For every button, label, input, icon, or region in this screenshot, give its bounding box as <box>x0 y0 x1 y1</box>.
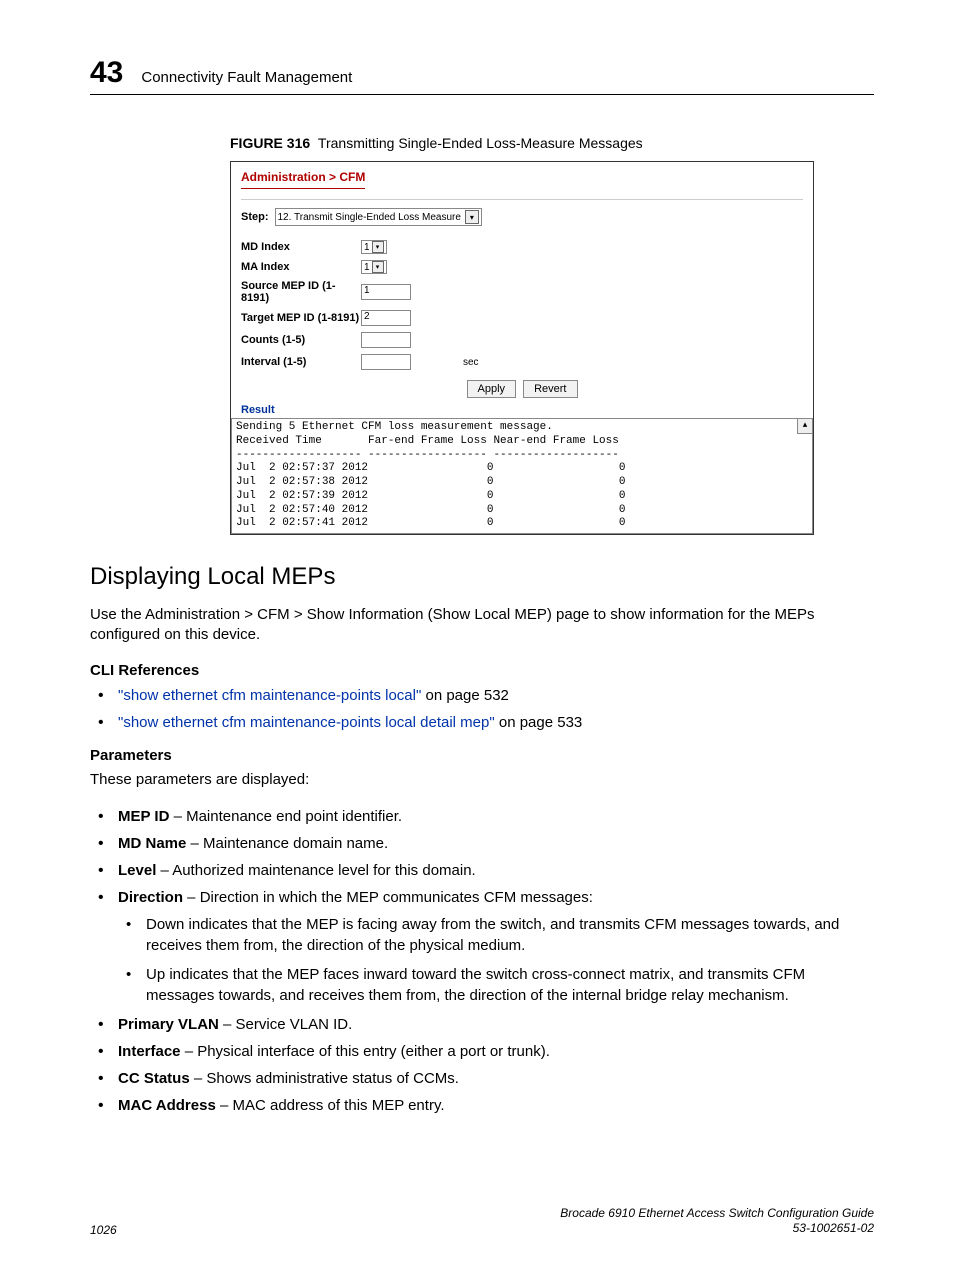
list-item: Up indicates that the MEP faces inward t… <box>118 964 874 1006</box>
list-item: MEP ID – Maintenance end point identifie… <box>90 806 874 827</box>
page-footer: 1026 Brocade 6910 Ethernet Access Switch… <box>90 1206 874 1237</box>
chevron-down-icon[interactable]: ▾ <box>372 261 384 273</box>
sub-list: Down indicates that the MEP is facing aw… <box>118 914 874 1006</box>
figure-number: FIGURE 316 <box>230 135 310 151</box>
parameters-heading: Parameters <box>90 747 874 764</box>
figure-screenshot: Administration > CFM Step: 12. Transmit … <box>230 161 814 535</box>
ma-index-select[interactable]: 1 ▾ <box>361 260 387 274</box>
section-intro: Use the Administration > CFM > Show Info… <box>90 605 874 646</box>
list-item: MD Name – Maintenance domain name. <box>90 833 874 854</box>
source-mep-label: Source MEP ID (1-8191) <box>241 280 361 304</box>
md-index-label: MD Index <box>241 241 361 253</box>
parameters-intro: These parameters are displayed: <box>90 770 874 790</box>
ma-index-label: MA Index <box>241 261 361 273</box>
cross-reference-link[interactable]: "show ethernet cfm maintenance-points lo… <box>118 714 495 731</box>
step-select[interactable]: 12. Transmit Single-Ended Loss Measure ▾ <box>275 208 482 226</box>
list-item: Level – Authorized maintenance level for… <box>90 860 874 881</box>
list-item: "show ethernet cfm maintenance-points lo… <box>90 712 874 733</box>
step-select-value: 12. Transmit Single-Ended Loss Measure <box>278 212 461 223</box>
result-output: Sending 5 Ethernet CFM loss measurement … <box>231 418 813 534</box>
list-item: Primary VLAN – Service VLAN ID. <box>90 1014 874 1035</box>
chevron-down-icon[interactable]: ▾ <box>465 210 479 224</box>
step-row: Step: 12. Transmit Single-Ended Loss Mea… <box>241 208 803 226</box>
list-item: Down indicates that the MEP is facing aw… <box>118 914 874 956</box>
revert-button[interactable]: Revert <box>523 380 577 398</box>
interval-label: Interval (1-5) <box>241 356 361 368</box>
page-header: 43 Connectivity Fault Management <box>90 56 874 95</box>
apply-button[interactable]: Apply <box>467 380 517 398</box>
chevron-down-icon[interactable]: ▾ <box>372 241 384 253</box>
parameters-list: MEP ID – Maintenance end point identifie… <box>90 806 874 1116</box>
scroll-up-icon[interactable]: ▴ <box>797 419 812 434</box>
doc-title: Brocade 6910 Ethernet Access Switch Conf… <box>560 1206 874 1222</box>
md-index-select[interactable]: 1 ▾ <box>361 240 387 254</box>
cli-references-list: "show ethernet cfm maintenance-points lo… <box>90 685 874 733</box>
interval-unit: sec <box>463 357 479 368</box>
counts-label: Counts (1-5) <box>241 334 361 346</box>
chapter-number: 43 <box>90 56 123 90</box>
step-label: Step: <box>241 211 269 223</box>
counts-input[interactable] <box>361 332 411 348</box>
source-mep-input[interactable]: 1 <box>361 284 411 300</box>
interval-input[interactable] <box>361 354 411 370</box>
list-item: MAC Address – MAC address of this MEP en… <box>90 1095 874 1116</box>
chapter-title: Connectivity Fault Management <box>141 69 352 86</box>
list-item: CC Status – Shows administrative status … <box>90 1068 874 1089</box>
figure-title: Transmitting Single-Ended Loss-Measure M… <box>318 135 643 151</box>
target-mep-input[interactable]: 2 <box>361 310 411 326</box>
result-label: Result <box>241 404 803 416</box>
section-heading: Displaying Local MEPs <box>90 563 874 591</box>
target-mep-label: Target MEP ID (1-8191) <box>241 312 361 324</box>
list-item: Interface – Physical interface of this e… <box>90 1041 874 1062</box>
list-item: "show ethernet cfm maintenance-points lo… <box>90 685 874 706</box>
list-item: Direction – Direction in which the MEP c… <box>90 887 874 1006</box>
breadcrumb: Administration > CFM <box>241 170 365 189</box>
figure-caption: FIGURE 316 Transmitting Single-Ended Los… <box>230 135 874 151</box>
cross-reference-link[interactable]: "show ethernet cfm maintenance-points lo… <box>118 687 421 704</box>
cli-references-heading: CLI References <box>90 662 874 679</box>
